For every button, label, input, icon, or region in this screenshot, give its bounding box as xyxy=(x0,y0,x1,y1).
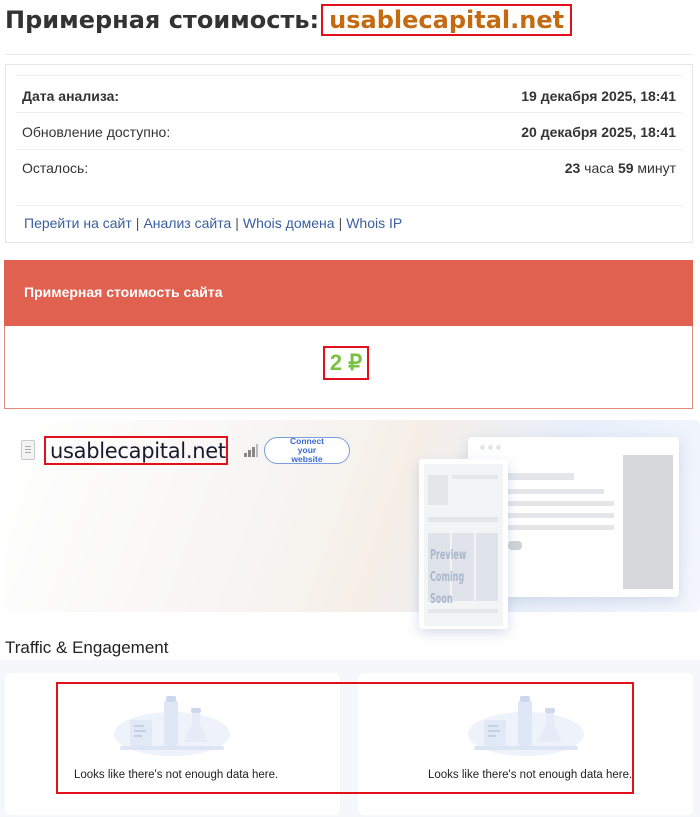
remaining-hours: 23 xyxy=(564,160,581,176)
preview-placeholder-text: Preview Coming Soon xyxy=(430,548,467,607)
remaining-hours-unit: часа xyxy=(584,160,615,176)
connect-website-button[interactable]: Connect your website xyxy=(264,437,350,464)
analysis-date-row: Дата анализа: 19 декабря 2025, 18:41 xyxy=(22,85,676,107)
link-separator: | xyxy=(235,215,239,231)
signal-bars-icon xyxy=(244,444,258,457)
price-highlight: 2 ₽ xyxy=(323,346,369,380)
remaining-minutes-unit: минут xyxy=(637,160,676,176)
title-domain-highlight: usablecapital.net xyxy=(321,4,573,36)
divider xyxy=(5,54,693,55)
cost-card-header: Примерная стоимость сайта xyxy=(4,260,693,326)
connect-button-label: Connect your website xyxy=(290,436,324,464)
remaining-row: Осталось: 23 часа 59 минут xyxy=(22,157,676,179)
divider xyxy=(16,112,682,113)
analysis-date-label: Дата анализа: xyxy=(22,88,120,104)
analysis-info-card: Дата анализа: 19 декабря 2025, 18:41 Обн… xyxy=(5,64,693,243)
page-title: Примерная стоимость: usablecapital.net xyxy=(5,4,573,36)
title-domain: usablecapital.net xyxy=(329,6,565,34)
link-whois-domain[interactable]: Whois домена xyxy=(243,215,335,231)
site-links: Перейти на сайт | Анализ сайта | Whois домен… xyxy=(24,215,402,231)
mobile-preview-mockup: Preview Coming Soon xyxy=(419,459,508,629)
divider xyxy=(16,149,682,150)
site-name-highlight: usablecapital.net xyxy=(44,436,228,465)
traffic-title: Traffic & Engagement xyxy=(5,638,169,657)
divider xyxy=(16,75,682,76)
update-row: Обновление доступно: 20 декабря 2025, 18… xyxy=(22,121,676,143)
document-icon xyxy=(21,440,35,460)
link-go-to-site[interactable]: Перейти на сайт xyxy=(24,215,132,231)
link-separator: | xyxy=(338,215,343,231)
site-name: usablecapital.net xyxy=(50,438,226,463)
price-value: 2 ₽ xyxy=(329,350,363,375)
analysis-date-value: 19 декабря 2025, 18:41 xyxy=(521,88,676,104)
link-whois-ip[interactable]: Whois IP xyxy=(346,215,402,231)
remaining-value: 23 часа 59 минут xyxy=(565,160,676,176)
link-site-analysis[interactable]: Анализ сайта xyxy=(143,215,231,231)
update-value: 20 декабря 2025, 18:41 xyxy=(521,124,676,140)
remaining-label: Осталось: xyxy=(22,160,89,176)
no-data-highlight xyxy=(56,682,634,794)
remaining-minutes: 59 xyxy=(617,160,634,176)
update-label: Обновление доступно: xyxy=(22,124,171,140)
cost-heading: Примерная стоимость сайта xyxy=(24,284,223,300)
title-prefix: Примерная стоимость: xyxy=(5,6,320,34)
link-separator: | xyxy=(135,215,140,231)
divider xyxy=(16,205,682,206)
